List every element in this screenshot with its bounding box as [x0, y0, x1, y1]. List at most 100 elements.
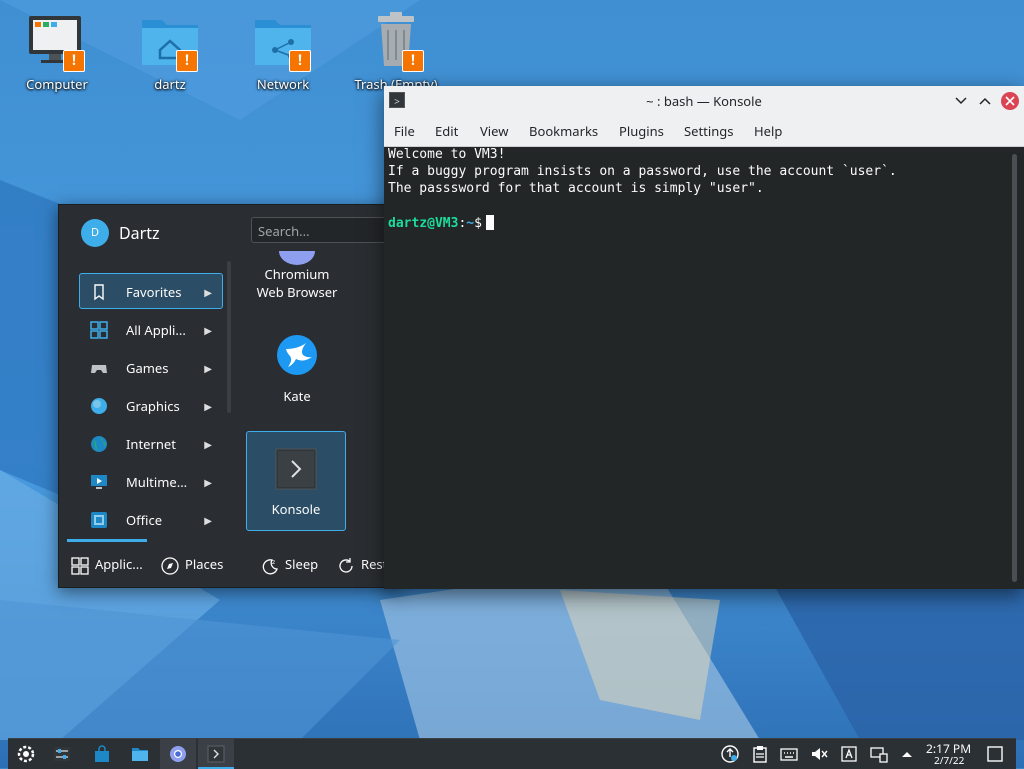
terminal-output-line: If a buggy program insists on a password…: [388, 164, 897, 179]
chevron-down-icon: [955, 97, 967, 105]
category-favorites[interactable]: Favorites ▶: [79, 273, 223, 309]
desktop-icon-network[interactable]: ! Network: [228, 10, 338, 93]
multimedia-icon: [91, 475, 107, 489]
sleep-moon-icon: z: [262, 559, 278, 574]
office-icon: [91, 512, 107, 528]
menu-edit[interactable]: Edit: [435, 116, 458, 146]
restart-button[interactable]: Rest: [337, 551, 387, 577]
chromium-icon: [170, 746, 186, 762]
terminal-prompt: dartz@VM3:~$: [388, 215, 494, 231]
desktop-icon-home-folder[interactable]: ! dartz: [115, 10, 225, 93]
close-button[interactable]: [1001, 92, 1019, 110]
footer-label: Applic...: [95, 555, 143, 573]
chevron-right-icon: ▶: [204, 285, 212, 299]
svg-text:z: z: [272, 559, 275, 566]
app-label: Konsole: [271, 500, 321, 518]
minimize-button[interactable]: [952, 92, 970, 110]
warning-badge: !: [402, 50, 424, 72]
app-tile-kate[interactable]: Kate: [247, 335, 347, 409]
chevron-up-icon[interactable]: [898, 745, 916, 763]
desktop-icon-computer[interactable]: ! Computer: [2, 10, 112, 93]
category-label: Games: [126, 359, 169, 377]
category-office[interactable]: Office ▶: [79, 501, 223, 537]
category-label: Internet: [126, 435, 176, 453]
chevron-right-icon: ▶: [204, 513, 212, 527]
clock-date[interactable]: 2/7/22: [934, 755, 964, 766]
app-label: Kate: [283, 387, 311, 405]
task-chromium[interactable]: [160, 739, 196, 769]
category-list: Favorites ▶ All Appli... ▶ Games ▶ Graph…: [79, 273, 223, 539]
chevron-up-icon: [979, 97, 991, 105]
desktop-icon-trash[interactable]: ! Trash (Empty): [341, 10, 451, 93]
graphics-icon: [91, 398, 107, 414]
konsole-icon: [207, 745, 225, 763]
chevron-right-icon: ▶: [204, 361, 212, 375]
application-launcher-button[interactable]: [8, 739, 44, 769]
footer-label: Places: [185, 555, 224, 573]
category-internet[interactable]: Internet ▶: [79, 425, 223, 461]
folder-icon: [132, 748, 148, 761]
gamepad-icon: [91, 365, 107, 373]
maximize-button[interactable]: [976, 92, 994, 110]
terminal-output-line: The passsword for that account is simply…: [388, 181, 764, 196]
category-games[interactable]: Games ▶: [79, 349, 223, 385]
input-method-icon[interactable]: [840, 745, 858, 763]
prompt-user: dartz@VM3: [388, 216, 459, 231]
menubar: File Edit View Bookmarks Plugins Setting…: [384, 116, 1024, 147]
category-label: Multime...: [126, 473, 188, 491]
terminal-area[interactable]: Welcome to VM3! If a buggy program insis…: [384, 147, 1014, 589]
clipboard-icon[interactable]: [751, 745, 769, 763]
category-label: Graphics: [126, 397, 180, 415]
menu-view[interactable]: View: [480, 116, 508, 146]
category-all-applications[interactable]: All Appli... ▶: [79, 311, 223, 347]
category-label: Favorites: [126, 283, 182, 301]
task-konsole[interactable]: [198, 739, 234, 769]
terminal-scrollbar[interactable]: [1012, 154, 1017, 582]
prompt-symbol: $: [474, 216, 482, 231]
task-discover[interactable]: [84, 739, 120, 769]
terminal-cursor: [485, 215, 494, 230]
update-notifier-icon[interactable]: [721, 745, 739, 763]
desktop-icon-label: dartz: [154, 75, 186, 93]
applications-grid-icon: [71, 556, 89, 575]
desktop-icon-label: Computer: [26, 75, 88, 93]
category-multimedia[interactable]: Multime... ▶: [79, 463, 223, 499]
warning-badge: !: [63, 50, 85, 72]
menu-plugins[interactable]: Plugins: [619, 116, 664, 146]
user-name: Dartz: [119, 222, 160, 244]
window-title: ~ : bash — Konsole: [646, 92, 762, 110]
app-label: Web Browser: [256, 283, 338, 301]
menu-help[interactable]: Help: [754, 116, 782, 146]
compass-icon: [161, 556, 179, 575]
prompt-path: ~: [466, 216, 475, 231]
taskbar: 2:17 PM 2/7/22: [8, 738, 1016, 769]
menu-file[interactable]: File: [394, 116, 415, 146]
tab-indicator: [67, 539, 147, 542]
chevron-right-icon: ▶: [204, 437, 212, 451]
user-avatar[interactable]: D: [81, 219, 109, 247]
category-graphics[interactable]: Graphics ▶: [79, 387, 223, 423]
kde-gear-icon: [17, 745, 35, 763]
category-scrollbar[interactable]: [227, 261, 231, 413]
keyboard-icon[interactable]: [780, 745, 798, 763]
menu-settings[interactable]: Settings: [684, 116, 733, 146]
task-file-manager[interactable]: [122, 739, 158, 769]
chevron-right-icon: ▶: [204, 475, 212, 489]
sleep-button[interactable]: z Sleep: [261, 551, 318, 577]
konsole-window: > ~ : bash — Konsole File Edit View Book…: [384, 86, 1024, 589]
settings-sliders-icon: [54, 747, 70, 761]
volume-muted-icon[interactable]: [810, 745, 828, 763]
search-input[interactable]: Search...: [251, 217, 401, 243]
app-tile-konsole[interactable]: Konsole: [246, 431, 346, 531]
show-desktop-icon[interactable]: [986, 745, 1004, 763]
footer-applications-tab[interactable]: Applic...: [71, 551, 143, 577]
footer-places-tab[interactable]: Places: [161, 551, 223, 577]
globe-icon: [91, 436, 107, 452]
menu-bookmarks[interactable]: Bookmarks: [529, 116, 598, 146]
launcher-header: D Dartz Search...: [59, 205, 401, 259]
network-wired-icon[interactable]: [870, 745, 888, 763]
window-titlebar[interactable]: > ~ : bash — Konsole: [384, 86, 1024, 116]
app-tile-chromium[interactable]: Chromium Web Browser: [247, 251, 347, 307]
task-system-settings[interactable]: [44, 739, 80, 769]
category-label: All Appli...: [126, 321, 186, 339]
